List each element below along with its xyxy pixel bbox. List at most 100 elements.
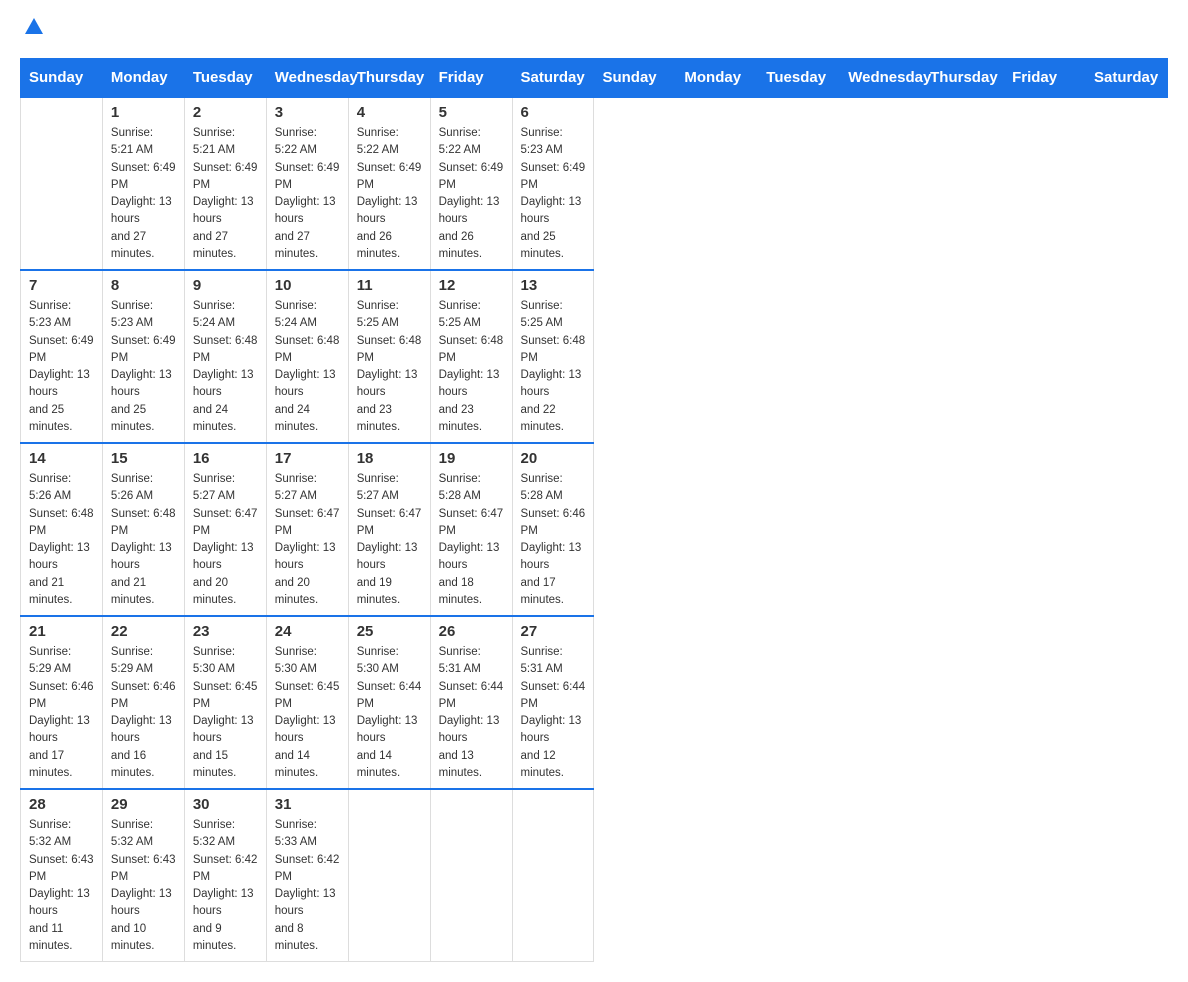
day-info: Sunrise: 5:22 AM Sunset: 6:49 PM Dayligh… (275, 125, 340, 263)
day-info: Sunrise: 5:27 AM Sunset: 6:47 PM Dayligh… (275, 471, 340, 609)
day-info: Sunrise: 5:25 AM Sunset: 6:48 PM Dayligh… (357, 298, 422, 436)
day-number: 5 (439, 104, 504, 121)
day-info: Sunrise: 5:30 AM Sunset: 6:44 PM Dayligh… (357, 644, 422, 782)
calendar-cell: 12Sunrise: 5:25 AM Sunset: 6:48 PM Dayli… (430, 270, 512, 443)
calendar-cell (430, 789, 512, 962)
day-info: Sunrise: 5:30 AM Sunset: 6:45 PM Dayligh… (193, 644, 258, 782)
calendar-cell: 8 Sunrise: 5:23 AM Sunset: 6:49 PM Daylig… (102, 270, 184, 443)
calendar-cell: 2Sunrise: 5:21 AM Sunset: 6:49 PM Daylig… (184, 97, 266, 270)
day-info: Sunrise: 5:29 AM Sunset: 6:46 PM Dayligh… (111, 644, 176, 782)
calendar-cell: 5 Sunrise: 5:22 AM Sunset: 6:49 PM Daylig… (430, 97, 512, 270)
col-header-tuesday: Tuesday (184, 59, 266, 98)
calendar-cell: 14Sunrise: 5:26 AM Sunset: 6:48 PM Dayli… (21, 443, 103, 616)
logo-blue-text (20, 20, 45, 38)
calendar-cell: 13 Sunrise: 5:25 AM Sunset: 6:48 PM Dayli… (512, 270, 594, 443)
logo (20, 20, 45, 38)
day-number: 31 (275, 796, 340, 813)
calendar-cell (21, 97, 103, 270)
day-info: Sunrise: 5:32 AM Sunset: 6:43 PM Dayligh… (111, 817, 176, 955)
calendar-cell: 21 Sunrise: 5:29 AM Sunset: 6:46 PM Dayli… (21, 616, 103, 789)
day-number: 4 (357, 104, 422, 121)
day-info: Sunrise: 5:24 AM Sunset: 6:48 PM Dayligh… (275, 298, 340, 436)
calendar-cell (512, 789, 594, 962)
day-number: 16 (193, 450, 258, 467)
calendar-week-row: 14Sunrise: 5:26 AM Sunset: 6:48 PM Dayli… (21, 443, 1168, 616)
day-number: 8 (111, 277, 176, 294)
day-number: 12 (439, 277, 504, 294)
day-number: 11 (357, 277, 422, 294)
calendar-cell: 15Sunrise: 5:26 AM Sunset: 6:48 PM Dayli… (102, 443, 184, 616)
calendar-cell: 25 Sunrise: 5:30 AM Sunset: 6:44 PM Dayli… (348, 616, 430, 789)
day-info: Sunrise: 5:31 AM Sunset: 6:44 PM Dayligh… (521, 644, 586, 782)
calendar-cell: 4 Sunrise: 5:22 AM Sunset: 6:49 PM Daylig… (348, 97, 430, 270)
day-number: 21 (29, 623, 94, 640)
col-header-sunday: Sunday (594, 59, 676, 98)
calendar-cell: 6 Sunrise: 5:23 AM Sunset: 6:49 PM Daylig… (512, 97, 594, 270)
calendar-cell: 22Sunrise: 5:29 AM Sunset: 6:46 PM Dayli… (102, 616, 184, 789)
day-info: Sunrise: 5:23 AM Sunset: 6:49 PM Dayligh… (521, 125, 586, 263)
col-header-saturday: Saturday (512, 59, 594, 98)
calendar-cell: 20Sunrise: 5:28 AM Sunset: 6:46 PM Dayli… (512, 443, 594, 616)
day-info: Sunrise: 5:26 AM Sunset: 6:48 PM Dayligh… (111, 471, 176, 609)
day-number: 10 (275, 277, 340, 294)
day-number: 30 (193, 796, 258, 813)
day-number: 13 (521, 277, 586, 294)
day-number: 2 (193, 104, 258, 121)
day-number: 24 (275, 623, 340, 640)
calendar-week-row: 1Sunrise: 5:21 AM Sunset: 6:49 PM Daylig… (21, 97, 1168, 270)
day-info: Sunrise: 5:29 AM Sunset: 6:46 PM Dayligh… (29, 644, 94, 782)
day-number: 18 (357, 450, 422, 467)
calendar-table: SundayMondayTuesdayWednesdayThursdayFrid… (20, 58, 1168, 962)
calendar-cell: 7Sunrise: 5:23 AM Sunset: 6:49 PM Daylig… (21, 270, 103, 443)
calendar-week-row: 7 Sunrise: 5:23 AM Sunset: 6:49 PM Daylig… (21, 270, 1168, 443)
calendar-week-row: 21 Sunrise: 5:29 AM Sunset: 6:46 PM Dayli… (21, 616, 1168, 789)
col-header-thursday: Thursday (922, 59, 1004, 98)
calendar-cell: 26 Sunrise: 5:31 AM Sunset: 6:44 PM Dayli… (430, 616, 512, 789)
day-number: 1 (111, 104, 176, 121)
calendar-cell: 31 Sunrise: 5:33 AM Sunset: 6:42 PM Dayli… (266, 789, 348, 962)
calendar-cell: 9Sunrise: 5:24 AM Sunset: 6:48 PM Daylig… (184, 270, 266, 443)
day-info: Sunrise: 5:22 AM Sunset: 6:49 PM Dayligh… (357, 125, 422, 263)
day-number: 27 (521, 623, 586, 640)
day-number: 17 (275, 450, 340, 467)
day-number: 26 (439, 623, 504, 640)
day-number: 25 (357, 623, 422, 640)
col-header-tuesday: Tuesday (758, 59, 840, 98)
day-number: 23 (193, 623, 258, 640)
day-number: 6 (521, 104, 586, 121)
calendar-cell: 23 Sunrise: 5:30 AM Sunset: 6:45 PM Dayli… (184, 616, 266, 789)
day-info: Sunrise: 5:32 AM Sunset: 6:42 PM Dayligh… (193, 817, 258, 955)
col-header-thursday: Thursday (348, 59, 430, 98)
col-header-saturday: Saturday (1085, 59, 1167, 98)
calendar-cell: 11 Sunrise: 5:25 AM Sunset: 6:48 PM Dayli… (348, 270, 430, 443)
day-info: Sunrise: 5:22 AM Sunset: 6:49 PM Dayligh… (439, 125, 504, 263)
day-info: Sunrise: 5:25 AM Sunset: 6:48 PM Dayligh… (521, 298, 586, 436)
day-number: 28 (29, 796, 94, 813)
calendar-cell: 10 Sunrise: 5:24 AM Sunset: 6:48 PM Dayli… (266, 270, 348, 443)
day-info: Sunrise: 5:27 AM Sunset: 6:47 PM Dayligh… (193, 471, 258, 609)
day-info: Sunrise: 5:23 AM Sunset: 6:49 PM Dayligh… (111, 298, 176, 436)
col-header-sunday: Sunday (21, 59, 103, 98)
calendar-cell: 18Sunrise: 5:27 AM Sunset: 6:47 PM Dayli… (348, 443, 430, 616)
calendar-cell: 24Sunrise: 5:30 AM Sunset: 6:45 PM Dayli… (266, 616, 348, 789)
day-number: 7 (29, 277, 94, 294)
day-info: Sunrise: 5:31 AM Sunset: 6:44 PM Dayligh… (439, 644, 504, 782)
page-header (20, 20, 1168, 38)
calendar-header-row: SundayMondayTuesdayWednesdayThursdayFrid… (21, 59, 1168, 98)
col-header-wednesday: Wednesday (266, 59, 348, 98)
calendar-cell: 28Sunrise: 5:32 AM Sunset: 6:43 PM Dayli… (21, 789, 103, 962)
day-info: Sunrise: 5:33 AM Sunset: 6:42 PM Dayligh… (275, 817, 340, 955)
col-header-wednesday: Wednesday (840, 59, 922, 98)
calendar-cell: 17 Sunrise: 5:27 AM Sunset: 6:47 PM Dayli… (266, 443, 348, 616)
calendar-cell: 29Sunrise: 5:32 AM Sunset: 6:43 PM Dayli… (102, 789, 184, 962)
day-number: 20 (521, 450, 586, 467)
calendar-cell: 16 Sunrise: 5:27 AM Sunset: 6:47 PM Dayli… (184, 443, 266, 616)
col-header-monday: Monday (102, 59, 184, 98)
col-header-monday: Monday (676, 59, 758, 98)
calendar-cell (348, 789, 430, 962)
day-number: 19 (439, 450, 504, 467)
calendar-cell: 27 Sunrise: 5:31 AM Sunset: 6:44 PM Dayli… (512, 616, 594, 789)
day-info: Sunrise: 5:28 AM Sunset: 6:47 PM Dayligh… (439, 471, 504, 609)
calendar-cell: 3Sunrise: 5:22 AM Sunset: 6:49 PM Daylig… (266, 97, 348, 270)
day-info: Sunrise: 5:26 AM Sunset: 6:48 PM Dayligh… (29, 471, 94, 609)
